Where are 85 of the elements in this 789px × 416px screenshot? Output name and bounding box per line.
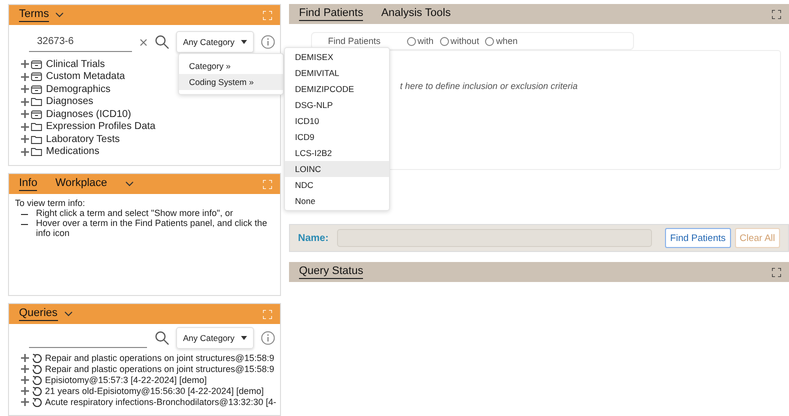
info-icon[interactable] bbox=[260, 35, 274, 49]
find-patients-button[interactable]: Find Patients bbox=[665, 228, 731, 248]
panel-tab[interactable]: Queries bbox=[19, 307, 58, 321]
folder-icon bbox=[31, 122, 42, 132]
tree-item[interactable]: Clinical Trials bbox=[46, 58, 105, 70]
expand-icon[interactable] bbox=[772, 268, 781, 276]
drawer-icon bbox=[31, 84, 42, 94]
query-item[interactable]: Episiotomy@15:57:3 [4-22-2024] [demo] bbox=[45, 374, 207, 384]
drawer-icon bbox=[31, 110, 42, 119]
panel-tab[interactable]: Info bbox=[19, 177, 38, 191]
plus-icon[interactable] bbox=[21, 386, 29, 394]
info-text: Right click a term and select "Show more info", or bbox=[36, 208, 233, 218]
circular-arrow-icon bbox=[32, 396, 42, 406]
query-item[interactable]: Repair and plastic operations on joint structures@15:58:9 bbox=[45, 364, 274, 374]
plus-icon[interactable] bbox=[21, 135, 29, 144]
plus-icon[interactable] bbox=[21, 60, 29, 68]
tree-item[interactable]: Laboratory Tests bbox=[46, 134, 120, 145]
info-icon[interactable] bbox=[260, 331, 274, 345]
radio-option[interactable]: when bbox=[485, 36, 518, 46]
category-dropdown[interactable]: Any Category bbox=[176, 327, 254, 349]
drawer-icon bbox=[31, 60, 42, 69]
menu-item[interactable]: None bbox=[285, 193, 389, 209]
plus-icon[interactable] bbox=[21, 364, 29, 372]
dash-icon bbox=[21, 224, 28, 225]
menu-item[interactable]: Coding System » bbox=[179, 74, 283, 90]
category-dropdown[interactable]: Any Category bbox=[176, 31, 254, 53]
menu-item[interactable]: NDC bbox=[285, 177, 389, 193]
plus-icon[interactable] bbox=[21, 354, 29, 362]
expand-icon[interactable] bbox=[772, 10, 781, 18]
panel-tab[interactable]: Analysis Tools bbox=[381, 7, 451, 21]
info-text: To view term info: bbox=[15, 198, 86, 208]
plus-icon[interactable] bbox=[21, 122, 29, 131]
drawer-icon bbox=[31, 72, 42, 82]
menu-item[interactable]: LOINC bbox=[285, 161, 389, 177]
tree-item[interactable]: Custom Metadata bbox=[46, 71, 125, 82]
mode-label: Find Patients bbox=[328, 36, 381, 46]
drop-hint: t here to define inclusion or exclusion criteria bbox=[400, 81, 578, 91]
query-item[interactable]: Repair and plastic operations on joint structures@15:58:9 bbox=[45, 352, 274, 362]
circular-arrow-icon bbox=[32, 374, 42, 384]
plus-icon[interactable] bbox=[21, 376, 29, 384]
menu-item[interactable]: DEMIZIPCODE bbox=[285, 81, 389, 97]
tree-item[interactable]: Demographics bbox=[46, 84, 110, 95]
chevron-down-icon[interactable] bbox=[64, 311, 73, 317]
radio-option[interactable]: with bbox=[406, 36, 434, 46]
info-text: Hover over a term in the Find Patients panel, and click the info icon bbox=[36, 218, 268, 238]
panel-tab[interactable]: Workplace bbox=[55, 177, 108, 191]
plus-icon[interactable] bbox=[21, 85, 29, 94]
menu-item[interactable]: DSG-NLP bbox=[285, 97, 389, 113]
menu-item[interactable]: DEMIVITAL bbox=[285, 65, 389, 81]
circular-arrow-icon bbox=[32, 386, 42, 396]
folder-icon bbox=[31, 134, 42, 144]
tree-item[interactable]: Diagnoses (ICD10) bbox=[46, 108, 132, 120]
circular-arrow-icon bbox=[32, 352, 42, 362]
search-icon[interactable] bbox=[155, 35, 169, 49]
circular-arrow-icon bbox=[32, 364, 42, 374]
query-item[interactable]: 21 years old-Episiotomy@15:56:30 [4-22-2024] [demo] bbox=[45, 386, 264, 396]
menu-item[interactable]: ICD10 bbox=[285, 113, 389, 129]
plus-icon[interactable] bbox=[21, 110, 29, 118]
plus-icon[interactable] bbox=[21, 98, 29, 106]
folder-icon bbox=[31, 97, 42, 106]
radio-option[interactable]: without bbox=[440, 36, 480, 46]
dash-icon bbox=[21, 214, 28, 215]
menu-item[interactable]: DEMISEX bbox=[285, 49, 389, 65]
menu-item[interactable]: LCS-I2B2 bbox=[285, 145, 389, 161]
menu-item[interactable]: ICD9 bbox=[285, 129, 389, 145]
tree-item[interactable]: Expression Profiles Data bbox=[46, 121, 156, 132]
search-icon[interactable] bbox=[155, 331, 169, 345]
panel-tab[interactable]: Find Patients bbox=[299, 7, 364, 21]
search-field[interactable]: 32673-6 bbox=[29, 32, 132, 52]
tree-item[interactable]: Diagnoses bbox=[46, 96, 94, 108]
menu-item[interactable]: Category » bbox=[179, 58, 283, 74]
close-icon[interactable] bbox=[140, 38, 147, 46]
query-item[interactable]: Acute respiratory infections-Bronchodilators@13:32:30 [4- bbox=[45, 396, 276, 406]
plus-icon[interactable] bbox=[21, 72, 29, 81]
chevron-down-icon[interactable] bbox=[54, 12, 64, 18]
panel-tab[interactable]: Query Status bbox=[299, 265, 364, 279]
plus-icon[interactable] bbox=[21, 398, 29, 406]
folder-icon bbox=[31, 147, 42, 156]
plus-icon[interactable] bbox=[21, 148, 29, 156]
caret-icon bbox=[240, 40, 246, 44]
panel-tab[interactable]: Terms bbox=[19, 8, 49, 22]
name-label: Name: bbox=[298, 232, 329, 244]
chevron-down-icon[interactable] bbox=[125, 181, 134, 187]
tree-item[interactable]: Medications bbox=[46, 146, 100, 158]
caret-icon bbox=[240, 336, 246, 340]
